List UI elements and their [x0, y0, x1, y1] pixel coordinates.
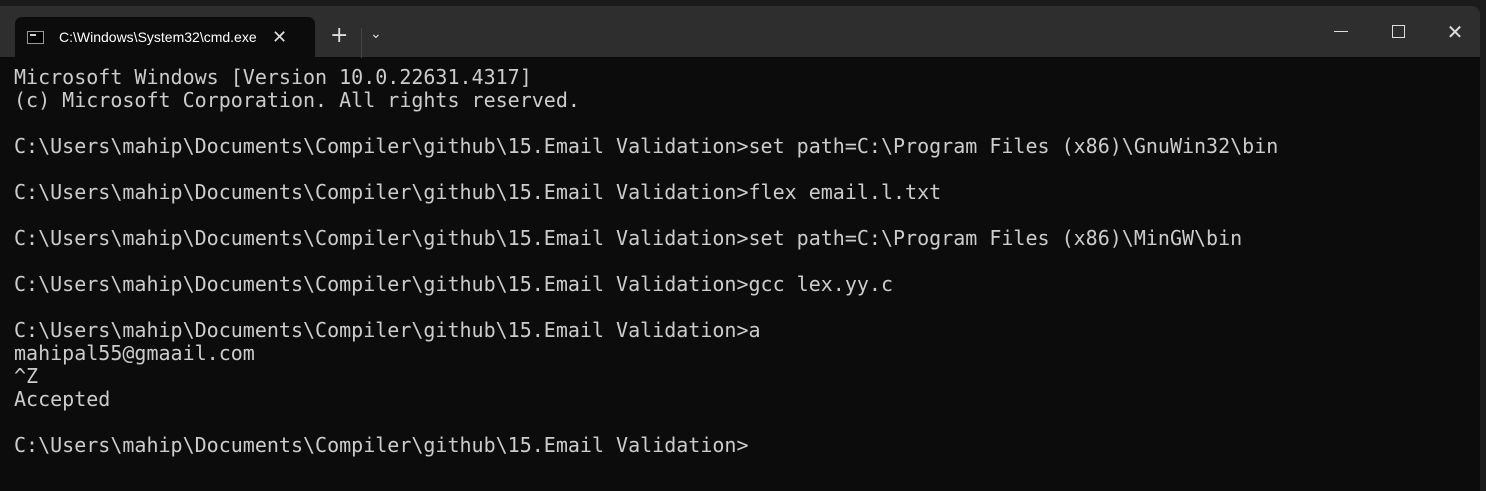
terminal-line: Accepted: [14, 387, 111, 411]
cmd-icon: [27, 30, 44, 44]
terminal-line: Microsoft Windows [Version 10.0.22631.43…: [14, 65, 532, 89]
minimize-button[interactable]: [1313, 6, 1369, 57]
close-icon: ✕: [1446, 19, 1464, 44]
terminal-line: C:\Users\mahip\Documents\Compiler\github…: [14, 226, 1243, 250]
maximize-icon: [1391, 25, 1405, 38]
tab-title: C:\Windows\System32\cmd.exe: [59, 29, 257, 45]
terminal-line: C:\Users\mahip\Documents\Compiler\github…: [14, 433, 749, 457]
divider: [361, 28, 362, 58]
tab-cmd[interactable]: C:\Windows\System32\cmd.exe ✕: [15, 17, 315, 57]
maximize-button[interactable]: [1370, 6, 1426, 57]
terminal-line: mahipal55@gmaail.com: [14, 341, 255, 365]
terminal-line: C:\Users\mahip\Documents\Compiler\github…: [14, 180, 942, 204]
terminal-output[interactable]: Microsoft Windows [Version 10.0.22631.43…: [14, 66, 1278, 457]
terminal-line: (c) Microsoft Corporation. All rights re…: [14, 88, 580, 112]
terminal-line: C:\Users\mahip\Documents\Compiler\github…: [14, 272, 893, 296]
close-button[interactable]: ✕: [1427, 6, 1480, 57]
new-tab-button[interactable]: +: [330, 23, 348, 49]
minimize-icon: [1334, 31, 1348, 32]
terminal-window: C:\Windows\System32\cmd.exe ✕ + ⌄ ✕ Micr…: [0, 6, 1480, 491]
terminal-line: ^Z: [14, 364, 39, 388]
terminal-line: C:\Users\mahip\Documents\Compiler\github…: [14, 134, 1279, 158]
title-bar: C:\Windows\System32\cmd.exe ✕ + ⌄ ✕: [0, 6, 1480, 58]
tab-close-icon[interactable]: ✕: [272, 27, 287, 48]
chevron-down-icon[interactable]: ⌄: [370, 26, 382, 42]
terminal-line: C:\Users\mahip\Documents\Compiler\github…: [14, 318, 761, 342]
